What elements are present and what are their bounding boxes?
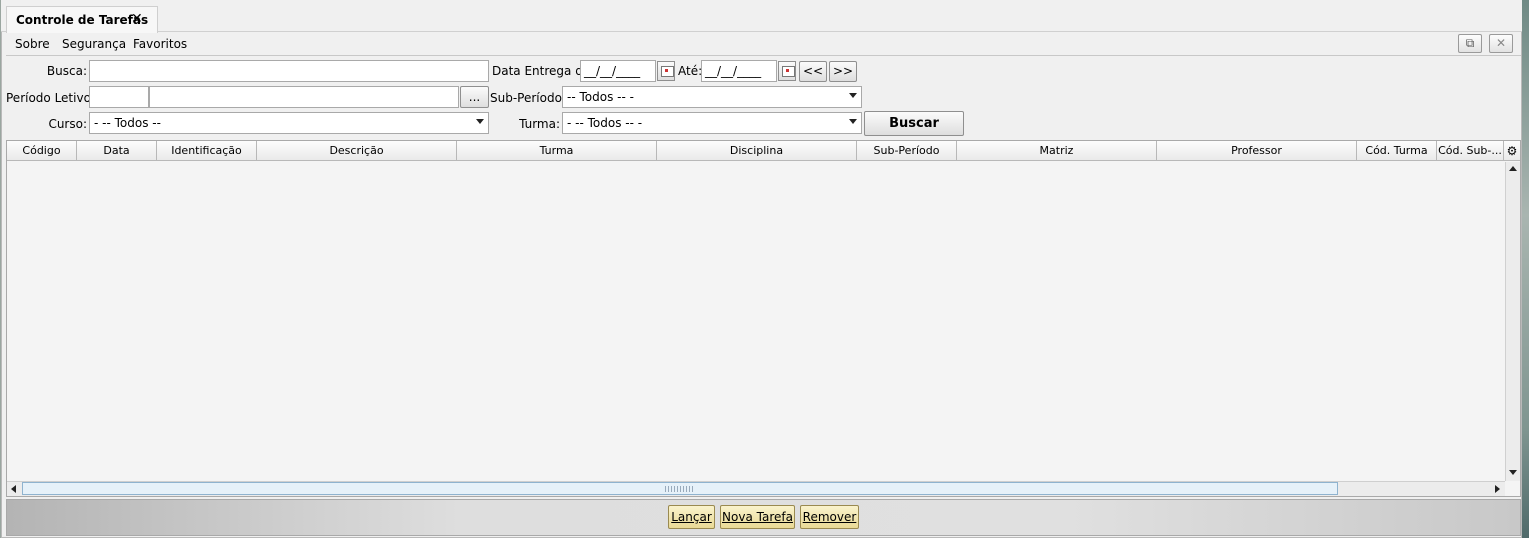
menu-item-sobre[interactable]: Sobre: [15, 37, 50, 51]
sub-periodo-select[interactable]: -- Todos -- -: [562, 86, 862, 108]
gear-icon[interactable]: ⚙: [1504, 141, 1520, 161]
curso-select[interactable]: - -- Todos --: [89, 112, 489, 134]
column-header-codigo[interactable]: Código: [7, 141, 77, 161]
ate-label: Até:: [678, 64, 703, 78]
tab-controle-de-tarefas[interactable]: Controle de Tarefas ✕: [6, 6, 158, 33]
tab-bar: [1, 0, 1522, 32]
data-entrega-label: Data Entrega de:: [492, 64, 595, 78]
column-header-professor[interactable]: Professor: [1157, 141, 1357, 161]
nova-tarefa-button[interactable]: Nova Tarefa: [720, 505, 795, 529]
column-header-data[interactable]: Data: [77, 141, 157, 161]
buscar-button[interactable]: Buscar: [864, 111, 964, 136]
turma-label: Turma:: [519, 117, 560, 131]
column-header-cod-turma[interactable]: Cód. Turma: [1357, 141, 1437, 161]
curso-selected-value: - -- Todos --: [94, 116, 161, 130]
column-header-descricao[interactable]: Descrição: [257, 141, 457, 161]
curso-label: Curso:: [48, 117, 87, 131]
calendar-icon: [782, 66, 795, 77]
periodo-letivo-browse-button[interactable]: ...: [460, 86, 489, 108]
tasks-table: [6, 140, 1521, 497]
scroll-thumb-grip: [665, 486, 693, 492]
chevron-down-icon: [849, 119, 857, 124]
next-date-button[interactable]: >>: [829, 61, 857, 82]
column-header-matriz[interactable]: Matriz: [957, 141, 1157, 161]
column-header-cod-sub-periodo[interactable]: Cód. Sub-...: [1437, 141, 1504, 161]
turma-selected-value: - -- Todos -- -: [567, 116, 643, 130]
busca-input[interactable]: [89, 60, 489, 82]
periodo-letivo-description-input[interactable]: [149, 86, 459, 108]
close-icon[interactable]: ✕: [131, 11, 143, 27]
arrow-left-icon[interactable]: [11, 485, 16, 493]
column-header-sub-periodo[interactable]: Sub-Período: [857, 141, 957, 161]
popout-icon: ⧉: [1465, 36, 1475, 50]
arrow-right-icon[interactable]: [1495, 485, 1500, 493]
calendar-icon: [661, 66, 674, 77]
popout-button[interactable]: ⧉: [1458, 34, 1482, 53]
column-header-identificacao[interactable]: Identificação: [157, 141, 257, 161]
calendar-de-button[interactable]: [657, 61, 675, 81]
close-window-button[interactable]: ✕: [1489, 34, 1513, 53]
tab-title: Controle de Tarefas: [16, 13, 149, 27]
close-icon: ✕: [1495, 36, 1507, 50]
calendar-ate-button[interactable]: [778, 61, 796, 81]
previous-date-button[interactable]: <<: [799, 61, 827, 82]
data-entrega-de-field[interactable]: __/__/____: [580, 60, 656, 82]
column-header-turma[interactable]: Turma: [457, 141, 657, 161]
busca-label: Busca:: [46, 64, 87, 78]
column-header-disciplina[interactable]: Disciplina: [657, 141, 857, 161]
periodo-letivo-code-input[interactable]: [89, 86, 149, 108]
sub-periodo-label: Sub-Período:: [490, 91, 566, 105]
arrow-up-icon[interactable]: [1509, 166, 1517, 171]
chevron-down-icon: [476, 119, 484, 124]
menu-divider: [6, 55, 1521, 56]
vertical-scrollbar[interactable]: [1505, 162, 1520, 481]
lancar-button[interactable]: Lançar: [668, 505, 715, 529]
menu-item-favoritos[interactable]: Favoritos: [133, 37, 187, 51]
chevron-down-icon: [849, 93, 857, 98]
data-entrega-ate-field[interactable]: __/__/____: [701, 60, 777, 82]
arrow-down-icon[interactable]: [1509, 470, 1517, 475]
menu-item-seguranca[interactable]: Segurança: [62, 37, 126, 51]
periodo-letivo-label: Período Letivo:: [6, 91, 95, 105]
desktop-edge: [1522, 0, 1529, 538]
remover-button[interactable]: Remover: [800, 505, 859, 529]
sub-periodo-selected-value: -- Todos -- -: [567, 90, 634, 104]
turma-select[interactable]: - -- Todos -- -: [562, 112, 862, 134]
